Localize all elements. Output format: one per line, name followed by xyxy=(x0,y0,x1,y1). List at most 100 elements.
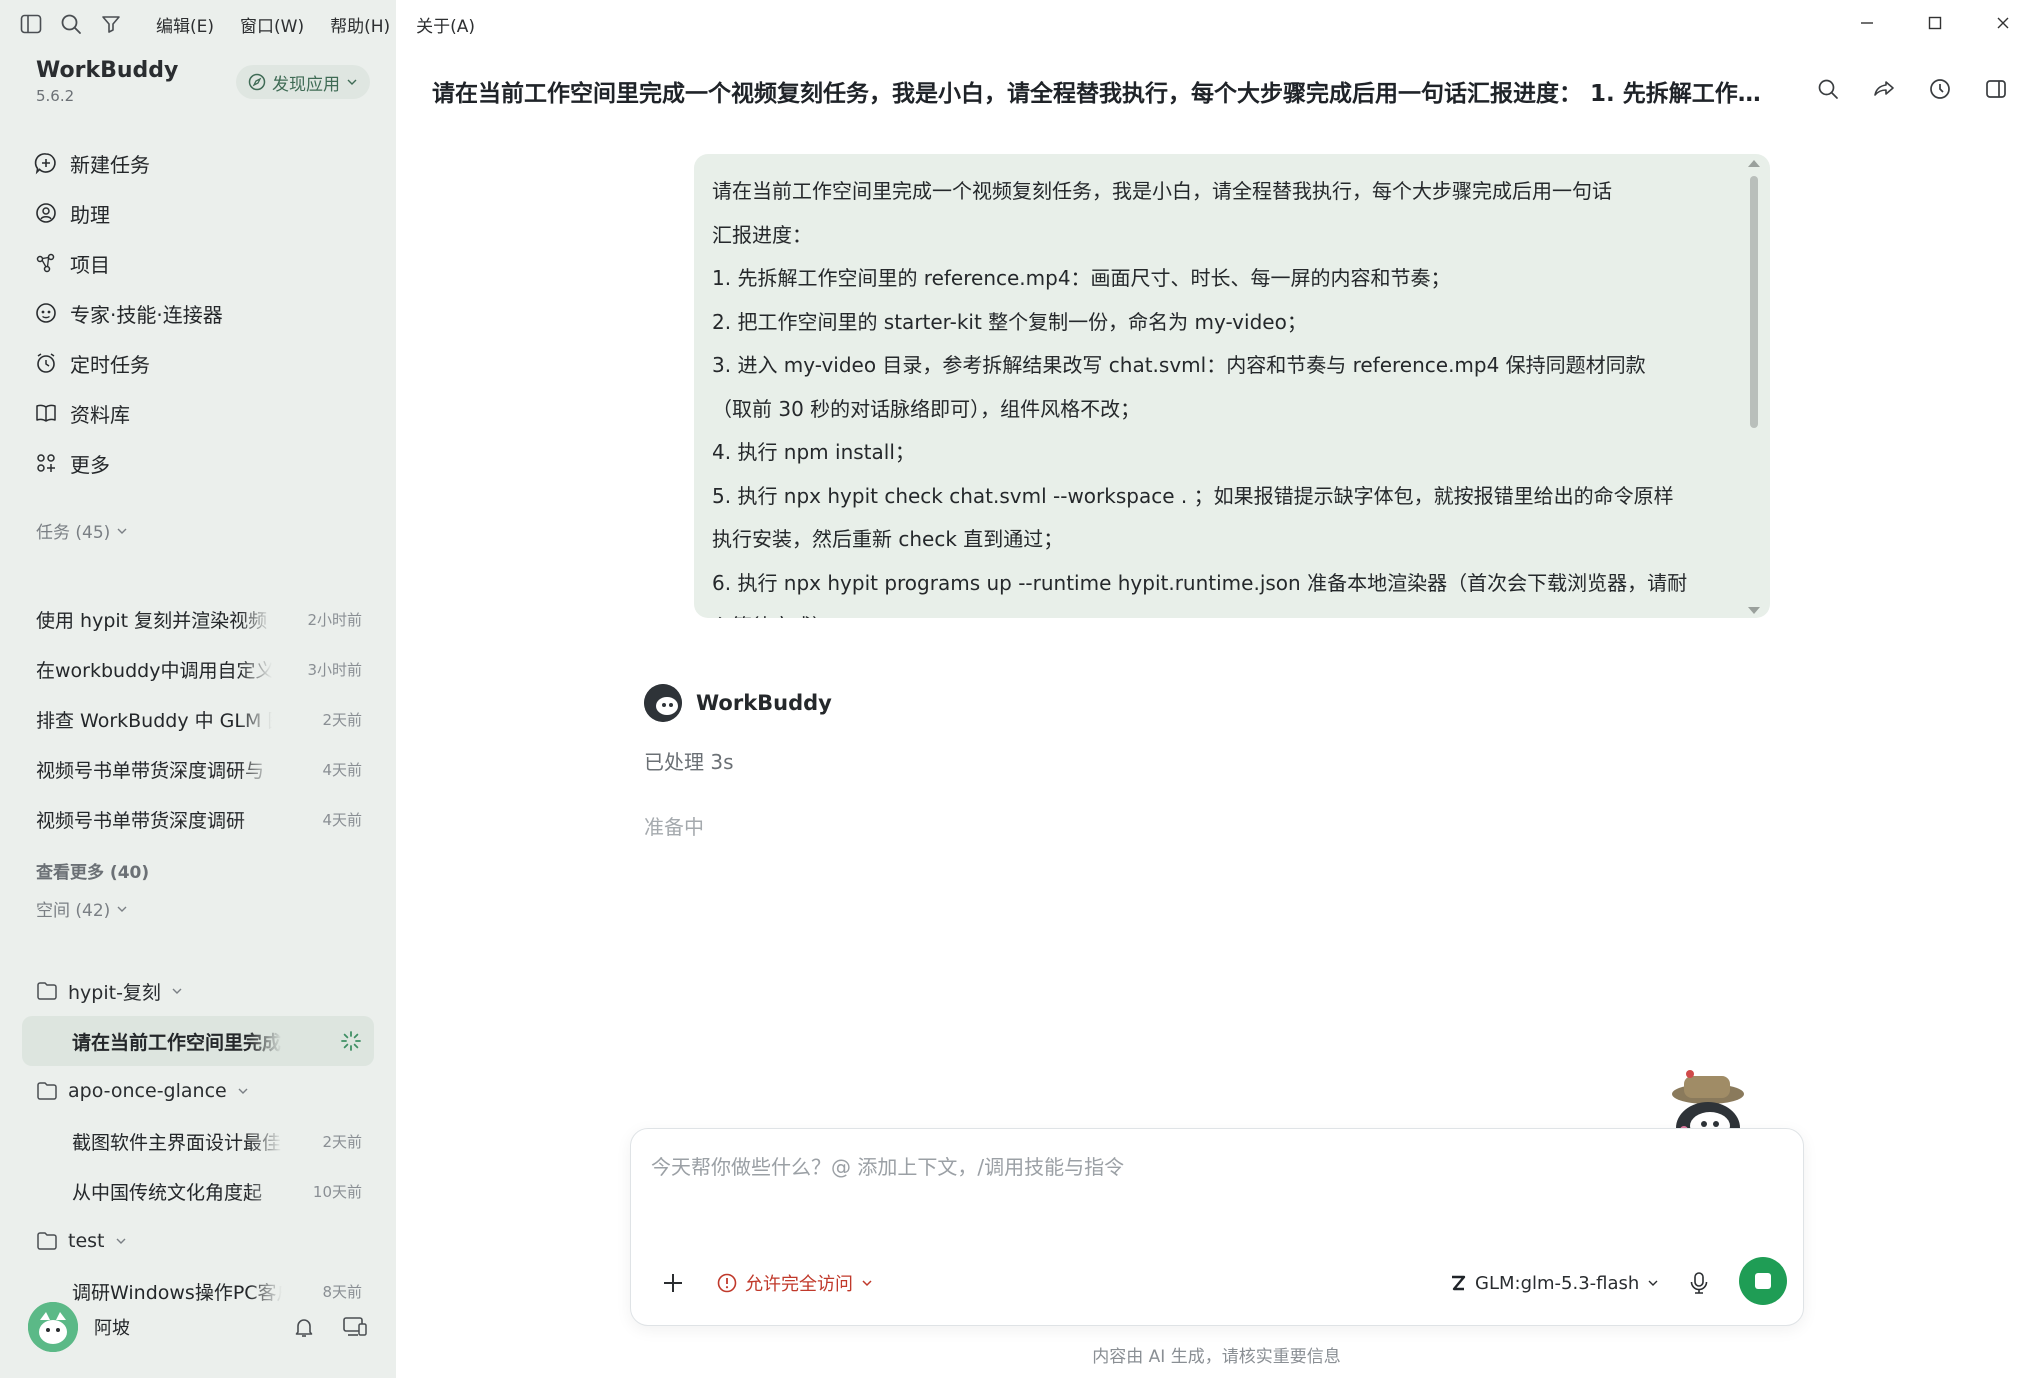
nav-label: 更多 xyxy=(70,452,110,477)
sidebar: WorkBuddy 5.6.2 发现应用 新建任务 助理 项目 专家·技能·连接… xyxy=(0,46,396,1378)
menu-help[interactable]: 帮助(H) xyxy=(330,12,390,37)
search-icon[interactable] xyxy=(58,11,84,37)
chevron-down-icon xyxy=(862,1280,872,1287)
nav-project[interactable]: 项目 xyxy=(22,238,374,288)
avatar[interactable] xyxy=(28,1302,78,1352)
header-actions xyxy=(1813,74,2011,104)
nav-scheduled[interactable]: 定时任务 xyxy=(22,338,374,388)
user-actions xyxy=(292,1315,368,1339)
nav-library[interactable]: 资料库 xyxy=(22,388,374,438)
workbuddy-avatar xyxy=(644,684,682,722)
space-item-time: 10天前 xyxy=(312,1182,362,1201)
stop-generation-button[interactable] xyxy=(1739,1257,1787,1305)
model-selector[interactable]: GLM:glm-5.3-flash xyxy=(1449,1269,1659,1297)
add-attachment-button[interactable] xyxy=(659,1269,687,1297)
nav-assistant[interactable]: 助理 xyxy=(22,188,374,238)
expert-icon xyxy=(36,303,56,323)
user-bar: 阿坡 xyxy=(28,1302,368,1352)
space-folder-apo[interactable]: apo-once-glance xyxy=(22,1066,374,1116)
folder-icon xyxy=(37,1082,57,1100)
main-panel: 请在当前工作空间里完成一个视频复刻任务，我是小白，请全程替我执行，每个大步骤完成… xyxy=(396,46,2037,1378)
space-folder-hypit[interactable]: hypit-复刻 xyxy=(22,966,374,1016)
see-more-link[interactable]: 查看更多 (40) xyxy=(36,858,149,883)
search-icon xyxy=(1818,79,1838,99)
space-item-active[interactable]: 请在当前工作空间里完成 xyxy=(22,1016,374,1066)
voice-input-button[interactable] xyxy=(1685,1269,1713,1297)
close-button[interactable] xyxy=(1969,0,2037,46)
folder-icon xyxy=(37,1232,57,1250)
menu-edit[interactable]: 编辑(E) xyxy=(156,12,214,37)
message-scrollbar[interactable] xyxy=(1750,176,1758,428)
ai-disclaimer: 内容由 AI 生成，请核实重要信息 xyxy=(1092,1347,1341,1367)
title-bar-tools xyxy=(18,11,124,37)
new-task-icon xyxy=(34,153,56,175)
nav-label: 新建任务 xyxy=(70,152,150,177)
message-line: 3. 进入 my-video 目录，参考拆解结果改写 chat.svml：内容和… xyxy=(712,353,1646,377)
message-line: 1. 先拆解工作空间里的 reference.mp4：画面尺寸、时长、每一屏的内… xyxy=(712,266,1451,290)
message-line: 2. 把工作空间里的 starter-kit 整个复制一份，命名为 my-vid… xyxy=(712,309,1307,334)
loading-spinner-icon xyxy=(341,1031,361,1051)
message-line: 汇报进度： xyxy=(712,222,812,247)
menu-window[interactable]: 窗口(W) xyxy=(240,12,304,37)
devices-icon[interactable] xyxy=(342,1315,368,1339)
message-line: 5. 执行 npx hypit check chat.svml --worksp… xyxy=(712,483,1674,508)
spaces-header[interactable]: 空间 (42) xyxy=(36,896,128,921)
space-folder-test[interactable]: test xyxy=(22,1216,374,1266)
prompt-input[interactable] xyxy=(651,1149,1751,1185)
tasks-header[interactable]: 任务 (45) xyxy=(36,518,128,543)
stop-icon xyxy=(1755,1273,1771,1289)
menu-about[interactable]: 关于(A) xyxy=(416,12,475,37)
app-name: WorkBuddy xyxy=(36,58,179,83)
space-item[interactable]: 从中国传统文化角度起 10天前 xyxy=(22,1166,374,1216)
message-line: 心等待完成） xyxy=(712,605,1718,618)
scroll-down-arrow[interactable] xyxy=(1748,607,1760,614)
scroll-up-arrow[interactable] xyxy=(1748,160,1760,167)
task-item[interactable]: 使用 hypit 复刻并渲染视频 2小时前 xyxy=(22,594,374,644)
main-nav: 新建任务 助理 项目 专家·技能·连接器 定时任务 资料库 更多 xyxy=(22,138,374,488)
bell-icon[interactable] xyxy=(292,1315,316,1339)
chevron-down-icon xyxy=(347,79,357,85)
task-list: 使用 hypit 复刻并渲染视频 2小时前 在workbuddy中调用自定义 3… xyxy=(22,594,374,844)
nav-new-task[interactable]: 新建任务 xyxy=(22,138,374,188)
minimize-icon xyxy=(1861,22,1873,24)
access-mode-dropdown[interactable]: 允许完全访问 xyxy=(717,1269,873,1297)
folder-label: hypit-复刻 xyxy=(68,981,161,1004)
folder-label: apo-once-glance xyxy=(68,1080,227,1102)
processing-time[interactable]: 已处理 3s xyxy=(644,746,832,775)
task-item[interactable]: 视频号书单带货深度调研与 4天前 xyxy=(22,744,374,794)
side-panel-button[interactable] xyxy=(1981,74,2011,104)
share-icon xyxy=(1874,81,1894,96)
discover-apps-button[interactable]: 发现应用 xyxy=(236,65,370,99)
share-button[interactable] xyxy=(1869,74,1899,104)
space-item-title: 请在当前工作空间里完成 xyxy=(72,1031,282,1054)
user-message-bubble: 请在当前工作空间里完成一个视频复刻任务，我是小白，请全程替我执行，每个大步骤完成… xyxy=(694,154,1770,618)
filter-icon[interactable] xyxy=(98,11,124,37)
folder-label: test xyxy=(68,1230,105,1252)
task-item[interactable]: 在workbuddy中调用自定义 3小时前 xyxy=(22,644,374,694)
space-item[interactable]: 截图软件主界面设计最佳 2天前 xyxy=(22,1116,374,1166)
space-item-title: 截图软件主界面设计最佳 xyxy=(72,1131,282,1154)
alarm-icon xyxy=(37,353,55,373)
tasks-header-label: 任务 (45) xyxy=(36,523,111,543)
history-button[interactable] xyxy=(1925,74,1955,104)
message-line: 请在当前工作空间里完成一个视频复刻任务，我是小白，请全程替我执行，每个大步骤完成… xyxy=(712,179,1612,203)
sidebar-toggle-icon[interactable] xyxy=(18,11,44,37)
task-item[interactable]: 排查 WorkBuddy 中 GLM 图 2天前 xyxy=(22,694,374,744)
task-item[interactable]: 视频号书单带货深度调研 4天前 xyxy=(22,794,374,844)
chevron-down-icon xyxy=(238,1088,248,1094)
grid-icon xyxy=(37,454,55,472)
discover-apps-label: 发现应用 xyxy=(272,74,340,95)
brand: WorkBuddy 5.6.2 xyxy=(36,58,178,105)
task-time: 4天前 xyxy=(322,760,362,779)
nav-experts[interactable]: 专家·技能·连接器 xyxy=(22,288,374,338)
task-title: 在workbuddy中调用自定义 xyxy=(36,659,272,682)
task-time: 2天前 xyxy=(322,710,362,729)
minimize-button[interactable] xyxy=(1833,0,1901,46)
message-line: 执行安装，然后重新 check 直到通过； xyxy=(712,527,1064,551)
task-time: 3小时前 xyxy=(307,660,362,679)
nav-more[interactable]: 更多 xyxy=(22,438,374,488)
spaces-header-label: 空间 (42) xyxy=(36,901,111,921)
maximize-button[interactable] xyxy=(1901,0,1969,46)
search-conversation-button[interactable] xyxy=(1813,74,1843,104)
assistant-name: WorkBuddy xyxy=(696,691,832,715)
